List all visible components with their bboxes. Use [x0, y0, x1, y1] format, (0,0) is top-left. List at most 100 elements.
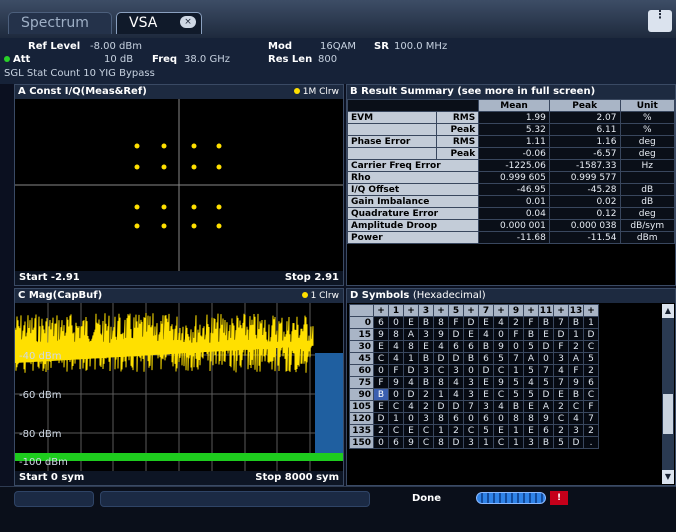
scroll-thumb[interactable]: [663, 394, 673, 434]
symbol-cell[interactable]: D: [373, 412, 389, 425]
symbol-cell[interactable]: C: [388, 400, 404, 413]
symbol-cell[interactable]: C: [493, 388, 509, 401]
close-tab-icon[interactable]: ×: [180, 16, 196, 28]
symbol-cell[interactable]: 4: [448, 388, 464, 401]
symbol-cell[interactable]: 8: [403, 340, 419, 353]
symbol-cell[interactable]: 6: [538, 424, 554, 437]
symbol-cell[interactable]: C: [433, 364, 449, 377]
symbol-cell[interactable]: E: [403, 316, 419, 329]
symbol-cell[interactable]: 2: [418, 400, 434, 413]
symbol-cell[interactable]: 1: [568, 328, 584, 341]
symbol-cell[interactable]: 0: [493, 328, 509, 341]
symbol-cell[interactable]: 9: [568, 376, 584, 389]
symbol-cell[interactable]: F: [553, 340, 569, 353]
symbol-cell[interactable]: 8: [433, 436, 449, 449]
symbol-cell[interactable]: 6: [373, 316, 389, 329]
symbol-cell[interactable]: E: [418, 340, 434, 353]
symbol-cell[interactable]: 0: [373, 436, 389, 449]
symbol-cell[interactable]: 0: [508, 340, 524, 353]
symbol-cell[interactable]: 4: [388, 340, 404, 353]
symbol-cell[interactable]: 8: [523, 412, 539, 425]
symbol-cell[interactable]: 0: [388, 316, 404, 329]
error-x-icon[interactable]: !: [550, 491, 568, 505]
symbol-cell[interactable]: 7: [463, 400, 479, 413]
symbol-cell[interactable]: B: [568, 316, 584, 329]
symbol-cell[interactable]: F: [373, 376, 389, 389]
magnitude-panel[interactable]: C Mag(CapBuf) 1 Clrw -40 dBm -60 dBm -80 …: [14, 288, 344, 486]
symbol-cell[interactable]: B: [418, 316, 434, 329]
symbol-cell[interactable]: D: [403, 388, 419, 401]
symbol-cell[interactable]: 4: [388, 352, 404, 365]
symbol-cell[interactable]: .: [583, 436, 599, 449]
symbol-cell[interactable]: 2: [418, 388, 434, 401]
symbol-cell[interactable]: 2: [583, 364, 599, 377]
symbol-cell[interactable]: C: [463, 424, 479, 437]
tab-spectrum[interactable]: Spectrum: [8, 12, 112, 34]
symbol-cell[interactable]: 5: [508, 376, 524, 389]
symbol-cell[interactable]: D: [478, 364, 494, 377]
symbol-cell[interactable]: C: [493, 436, 509, 449]
symbol-cell[interactable]: 8: [388, 328, 404, 341]
symbol-cell[interactable]: 1: [508, 364, 524, 377]
symbol-cell[interactable]: 0: [403, 412, 419, 425]
symbol-cell[interactable]: A: [523, 352, 539, 365]
symbol-cell[interactable]: E: [373, 400, 389, 413]
symbol-cell[interactable]: 2: [508, 316, 524, 329]
symbol-cell[interactable]: 6: [463, 340, 479, 353]
symbol-cell[interactable]: F: [388, 364, 404, 377]
symbol-cell[interactable]: 6: [478, 412, 494, 425]
symbol-cell[interactable]: D: [538, 340, 554, 353]
symbol-cell[interactable]: 5: [583, 352, 599, 365]
symbol-cell[interactable]: 7: [508, 352, 524, 365]
symbol-cell[interactable]: F: [523, 316, 539, 329]
symbol-cell[interactable]: D: [403, 364, 419, 377]
symbol-cell[interactable]: 0: [373, 364, 389, 377]
symbol-cell[interactable]: C: [583, 388, 599, 401]
symbol-cell[interactable]: E: [478, 316, 494, 329]
symbol-cell[interactable]: 0: [493, 412, 509, 425]
symbol-cell[interactable]: 4: [568, 412, 584, 425]
result-summary-panel[interactable]: B Result Summary (see more in full scree…: [346, 84, 676, 286]
symbol-cell[interactable]: 3: [553, 352, 569, 365]
symbol-cell[interactable]: 9: [493, 376, 509, 389]
symbol-cell[interactable]: 0: [538, 352, 554, 365]
symbol-cell[interactable]: B: [568, 388, 584, 401]
symbol-cell[interactable]: 3: [463, 388, 479, 401]
symbol-cell[interactable]: F: [583, 400, 599, 413]
symbol-cell[interactable]: E: [463, 328, 479, 341]
symbol-cell[interactable]: 0: [388, 388, 404, 401]
symbol-cell[interactable]: 4: [403, 400, 419, 413]
symbol-cell[interactable]: 5: [508, 388, 524, 401]
symbol-cell[interactable]: 9: [538, 412, 554, 425]
symbol-cell[interactable]: A: [403, 328, 419, 341]
symbol-cell[interactable]: D: [448, 352, 464, 365]
symbol-cell[interactable]: 1: [478, 436, 494, 449]
symbol-cell[interactable]: 1: [508, 424, 524, 437]
symbol-cell[interactable]: 4: [433, 340, 449, 353]
symbol-cell[interactable]: 2: [583, 424, 599, 437]
symbol-cell[interactable]: 5: [493, 352, 509, 365]
symbol-cell[interactable]: 4: [523, 376, 539, 389]
symbol-cell[interactable]: D: [433, 352, 449, 365]
symbol-cell[interactable]: F: [568, 364, 584, 377]
symbol-cell[interactable]: B: [538, 316, 554, 329]
symbol-cell[interactable]: D: [583, 328, 599, 341]
symbol-cell[interactable]: 3: [463, 436, 479, 449]
symbol-cell[interactable]: C: [583, 340, 599, 353]
symbol-cell[interactable]: 6: [448, 340, 464, 353]
symbol-cell[interactable]: 1: [433, 388, 449, 401]
symbol-cell[interactable]: 4: [448, 376, 464, 389]
symbol-cell[interactable]: 9: [493, 340, 509, 353]
symbol-cell[interactable]: 4: [478, 328, 494, 341]
symbol-cell[interactable]: 3: [418, 412, 434, 425]
symbol-cell[interactable]: F: [508, 328, 524, 341]
symbols-panel[interactable]: D Symbols (Hexadecimal) +1 +3 +5 +7 +9 +11 +13…: [346, 288, 676, 486]
constellation-panel[interactable]: A Const I/Q(Meas&Ref) 1M Clrw Start -2.91…: [14, 84, 344, 286]
symbols-scrollbar[interactable]: ▲ ▼: [662, 304, 674, 484]
symbol-cell[interactable]: 9: [388, 376, 404, 389]
symbol-cell[interactable]: 3: [418, 328, 434, 341]
symbol-cell[interactable]: B: [463, 352, 479, 365]
symbol-cell[interactable]: D: [553, 328, 569, 341]
symbol-cell[interactable]: 6: [478, 352, 494, 365]
symbol-cell[interactable]: 1: [508, 436, 524, 449]
